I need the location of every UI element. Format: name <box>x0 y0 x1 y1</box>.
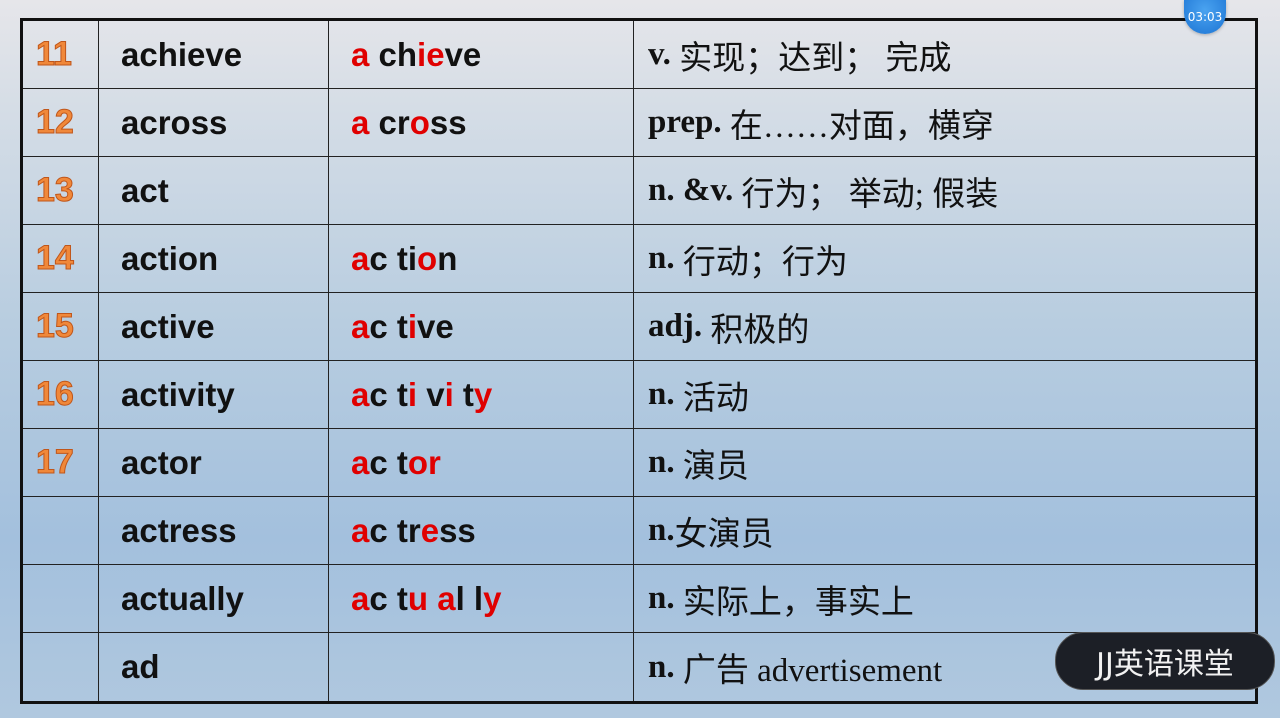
syllable-cell: ac ti vi ty <box>329 361 634 429</box>
syllable-text: ss <box>429 103 467 141</box>
highlighted-letters: a <box>351 375 370 413</box>
part-of-speech: n. <box>648 240 675 276</box>
syllable-cell: a cr o ss <box>329 89 634 157</box>
row-number: 11 <box>23 21 99 89</box>
word-cell: actually <box>99 565 329 633</box>
highlighted-letters: o <box>409 103 430 141</box>
syllable-cell: ac ti o n <box>329 225 634 293</box>
meaning-cell: n. 实际上，事实上 <box>634 565 1255 633</box>
syllable-text: c t <box>369 443 408 481</box>
row-number: 17 <box>23 429 99 497</box>
syllable-text: c tr <box>369 511 421 549</box>
highlighted-letters: y <box>483 579 502 617</box>
definition-text: 女演员 <box>674 516 774 553</box>
syllable-cell: a ch ie ve <box>329 21 634 89</box>
meaning-cell: n. 活动 <box>634 361 1255 429</box>
part-of-speech: prep. <box>648 104 722 140</box>
meaning-cell: prep. 在……对面，横穿 <box>634 89 1255 157</box>
meaning-cell: v. 实现；达到； 完成 <box>634 21 1255 89</box>
row-number: 16 <box>23 361 99 429</box>
channel-watermark: JJ英语课堂 <box>1055 632 1275 690</box>
syllable-text: ss <box>439 511 476 549</box>
syllable-text: ve <box>417 307 454 345</box>
part-of-speech: n. <box>648 648 675 685</box>
highlighted-letters: i <box>407 307 418 345</box>
highlighted-letters: a <box>351 103 370 141</box>
definition-text: 在……对面，横穿 <box>721 108 994 145</box>
definition-text: 活动 <box>674 380 749 417</box>
syllable-text: n <box>437 239 458 277</box>
highlighted-letters: o <box>417 239 438 277</box>
part-of-speech: n. <box>648 512 675 548</box>
highlighted-letters: a <box>437 579 456 617</box>
row-number: 14 <box>23 225 99 293</box>
definition-text: 演员 <box>674 448 749 485</box>
part-of-speech: n. <box>648 580 675 616</box>
meaning-cell: n. &v. 行为； 举动; 假装 <box>634 157 1255 225</box>
meaning-cell: adj. 积极的 <box>634 293 1255 361</box>
row-number <box>23 497 99 565</box>
syllable-text: l l <box>455 579 484 617</box>
row-number <box>23 565 99 633</box>
highlighted-letters: a <box>351 443 370 481</box>
meaning-cell: n. 行动；行为 <box>634 225 1255 293</box>
word-cell: activity <box>99 361 329 429</box>
vocabulary-table: 11 achieve a ch ie ve v. 实现；达到； 完成 12 across a c… <box>20 18 1258 704</box>
word-cell: ad <box>99 633 329 701</box>
highlighted-letters: u <box>407 579 429 617</box>
definition-text: 实际上，事实上 <box>674 584 914 621</box>
syllable-text: ch <box>369 35 418 73</box>
definition-text: 行动；行为 <box>674 244 848 281</box>
syllable-text: c ti <box>369 239 418 277</box>
highlighted-letters: or <box>407 443 441 481</box>
meaning-cell: n. 演员 <box>634 429 1255 497</box>
syllable-text: c t <box>369 375 408 413</box>
word-cell: action <box>99 225 329 293</box>
syllable-text: c t <box>369 579 408 617</box>
syllable-text <box>428 580 437 618</box>
word-cell: act <box>99 157 329 225</box>
syllable-text: c t <box>369 307 408 345</box>
definition-text: 行为； 举动; 假装 <box>733 176 999 213</box>
syllable-text: t <box>453 375 474 413</box>
syllable-text: v <box>417 375 445 413</box>
part-of-speech: n. &v. <box>648 172 734 208</box>
highlighted-letters: a <box>351 307 370 345</box>
syllable-cell <box>329 157 634 225</box>
row-number <box>23 633 99 701</box>
word-cell: achieve <box>99 21 329 89</box>
highlighted-letters: a <box>351 579 370 617</box>
syllable-cell: ac tu al ly <box>329 565 634 633</box>
highlighted-letters: e <box>420 511 440 549</box>
syllable-text: cr <box>369 103 410 141</box>
syllable-cell: ac t i ve <box>329 293 634 361</box>
highlighted-letters: y <box>473 375 493 413</box>
part-of-speech: adj. <box>648 308 703 344</box>
definition-text: 积极的 <box>702 312 810 349</box>
meaning-cell: n. 女演员 <box>634 497 1255 565</box>
word-cell: active <box>99 293 329 361</box>
row-number: 13 <box>23 157 99 225</box>
definition-text: 广告 advertisement <box>674 653 943 689</box>
highlighted-letters: a <box>351 511 370 549</box>
highlighted-letters: a <box>351 239 370 277</box>
syllable-text: ve <box>444 35 482 73</box>
syllable-cell: ac t or <box>329 429 634 497</box>
row-number: 15 <box>23 293 99 361</box>
word-cell: actor <box>99 429 329 497</box>
highlighted-letters: a <box>351 35 370 73</box>
highlighted-letters: ie <box>417 35 445 73</box>
definition-text: 实现；达到； 完成 <box>670 40 952 77</box>
syllable-cell: ac tr e ss <box>329 497 634 565</box>
row-number: 12 <box>23 89 99 157</box>
highlighted-letters: i <box>407 375 418 413</box>
part-of-speech: v. <box>648 36 671 72</box>
word-cell: actress <box>99 497 329 565</box>
syllable-cell <box>329 633 634 701</box>
word-cell: across <box>99 89 329 157</box>
highlighted-letters: i <box>444 375 454 413</box>
part-of-speech: n. <box>648 444 675 480</box>
part-of-speech: n. <box>648 376 675 412</box>
